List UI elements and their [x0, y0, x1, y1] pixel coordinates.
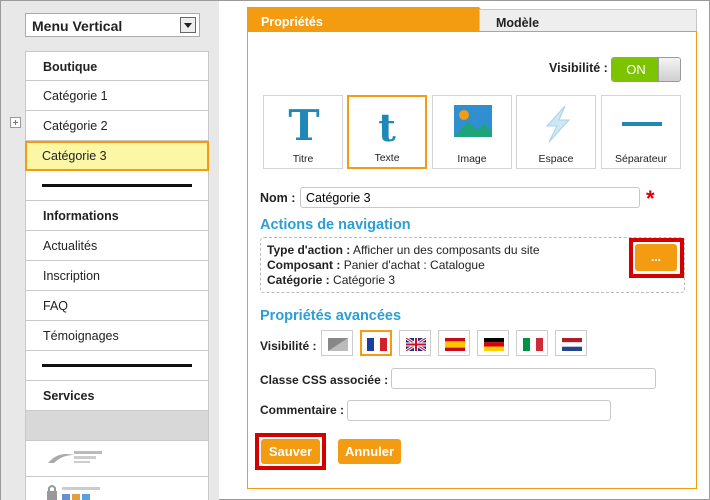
tool-separateur[interactable]: Séparateur	[601, 95, 681, 169]
comment-input[interactable]	[347, 400, 611, 421]
menu-item-categorie-2[interactable]: Catégorie 2	[25, 111, 209, 141]
menu-item-empty[interactable]	[25, 411, 209, 441]
tab-modele[interactable]: Modèle	[479, 9, 697, 33]
component-value: Panier d'achat : Catalogue	[343, 258, 485, 272]
all-languages-icon[interactable]	[321, 330, 353, 356]
name-input[interactable]	[300, 187, 640, 208]
separator-icon	[622, 122, 662, 126]
tool-label: Texte	[374, 152, 400, 164]
menu-item-temoignages[interactable]: Témoignages	[25, 321, 209, 351]
tool-texte[interactable]: t Texte	[347, 95, 427, 169]
action-type-label: Type d'action :	[267, 243, 351, 257]
svg-text:t: t	[378, 105, 396, 145]
visibility-toggle[interactable]: ON	[611, 57, 681, 82]
menu-item-delivery-logo[interactable]	[25, 441, 209, 477]
menu-item-categorie-1[interactable]: Catégorie 1	[25, 81, 209, 111]
cancel-button[interactable]: Annuler	[338, 439, 401, 464]
menu-item-services[interactable]: Services	[25, 381, 209, 411]
svg-text:T: T	[288, 104, 319, 144]
spanish-flag	[445, 338, 465, 351]
action-type-row: Type d'action : Afficher un des composan…	[267, 243, 678, 258]
menu-select[interactable]: Menu Vertical	[25, 13, 200, 37]
menu-item-payment-logo[interactable]	[25, 477, 209, 500]
menu-item-label: Informations	[43, 209, 119, 223]
english-flag-icon[interactable]	[399, 330, 431, 356]
dutch-flag	[562, 338, 582, 351]
secure-payment-icon	[47, 485, 100, 500]
space-icon	[545, 105, 571, 143]
tab-proprietes[interactable]: Propriétés	[247, 7, 501, 33]
category-label: Catégorie :	[267, 273, 330, 287]
image-icon	[454, 105, 492, 137]
dutch-flag-icon[interactable]	[555, 330, 587, 356]
comment-label: Commentaire :	[260, 403, 345, 417]
chevron-down-icon[interactable]	[180, 17, 196, 33]
french-flag	[367, 338, 387, 351]
menu-select-label: Menu Vertical	[32, 18, 123, 34]
english-flag	[406, 338, 426, 351]
menu-item-label: Services	[43, 389, 95, 403]
italian-flag	[523, 338, 543, 351]
menu-item-label: Catégorie 1	[43, 89, 108, 103]
menu-item-label: Catégorie 2	[43, 119, 108, 133]
menu-item-boutique[interactable]: Boutique	[25, 51, 209, 81]
separator-line	[42, 184, 192, 187]
menu-item-inscription[interactable]: Inscription	[25, 261, 209, 291]
name-label: Nom :	[260, 191, 296, 205]
css-class-label: Classe CSS associée :	[260, 373, 389, 387]
advanced-visibility-label: Visibilité :	[260, 339, 317, 353]
menu-item-label: Boutique	[43, 60, 98, 74]
menu-item-label: Témoignages	[43, 329, 119, 343]
german-flag-icon[interactable]	[477, 330, 509, 356]
italian-flag-icon[interactable]	[516, 330, 548, 356]
title-icon: T	[288, 104, 319, 144]
menu-item-categorie-3[interactable]: Catégorie 3	[25, 141, 209, 171]
menu-item-label: Catégorie 3	[42, 149, 107, 163]
tool-titre[interactable]: T Titre	[263, 95, 343, 169]
tool-label: Séparateur	[615, 153, 667, 165]
french-flag-icon[interactable]	[360, 330, 392, 356]
menu-item-label: Inscription	[43, 269, 100, 283]
tool-label: Image	[457, 153, 487, 165]
menu-item-informations[interactable]: Informations	[25, 201, 209, 231]
delivery-logo-icon	[48, 451, 102, 463]
menu-separator[interactable]	[25, 171, 209, 201]
expand-icon[interactable]	[10, 117, 21, 128]
required-icon: *	[646, 186, 655, 211]
menu-list: Boutique Catégorie 1 Catégorie 2 Catégor…	[25, 51, 209, 500]
edit-action-button[interactable]: ...	[635, 244, 677, 271]
german-flag	[484, 338, 504, 351]
save-button[interactable]: Sauver	[261, 439, 320, 464]
all-languages-flag	[328, 338, 348, 351]
css-class-input[interactable]	[391, 368, 656, 389]
category-value: Catégorie 3	[333, 273, 396, 287]
visibility-label: Visibilité :	[549, 61, 608, 75]
component-row: Composant : Panier d'achat : Catalogue	[267, 258, 678, 273]
navigation-section-title: Actions de navigation	[260, 217, 411, 233]
toggle-knob[interactable]	[658, 58, 680, 81]
navigation-box: Type d'action : Afficher un des composan…	[260, 237, 685, 293]
menu-item-faq[interactable]: FAQ	[25, 291, 209, 321]
menu-item-actualites[interactable]: Actualités	[25, 231, 209, 261]
advanced-section-title: Propriétés avancées	[260, 308, 402, 324]
toggle-on-label: ON	[612, 58, 660, 81]
spanish-flag-icon[interactable]	[438, 330, 470, 356]
tool-label: Titre	[292, 153, 314, 165]
category-row: Catégorie : Catégorie 3	[267, 273, 678, 288]
tool-image[interactable]: Image	[432, 95, 512, 169]
separator-line	[42, 364, 192, 367]
text-icon: t	[378, 105, 396, 145]
menu-separator[interactable]	[25, 351, 209, 381]
tool-espace[interactable]: Espace	[516, 95, 596, 169]
sidebar: Menu Vertical Boutique Catégorie 1 Catég…	[1, 1, 219, 500]
menu-item-label: Actualités	[43, 239, 98, 253]
tool-label: Espace	[538, 153, 574, 165]
menu-item-label: FAQ	[43, 299, 69, 313]
component-label: Composant :	[267, 258, 341, 272]
action-type-value: Afficher un des composants du site	[352, 243, 540, 257]
